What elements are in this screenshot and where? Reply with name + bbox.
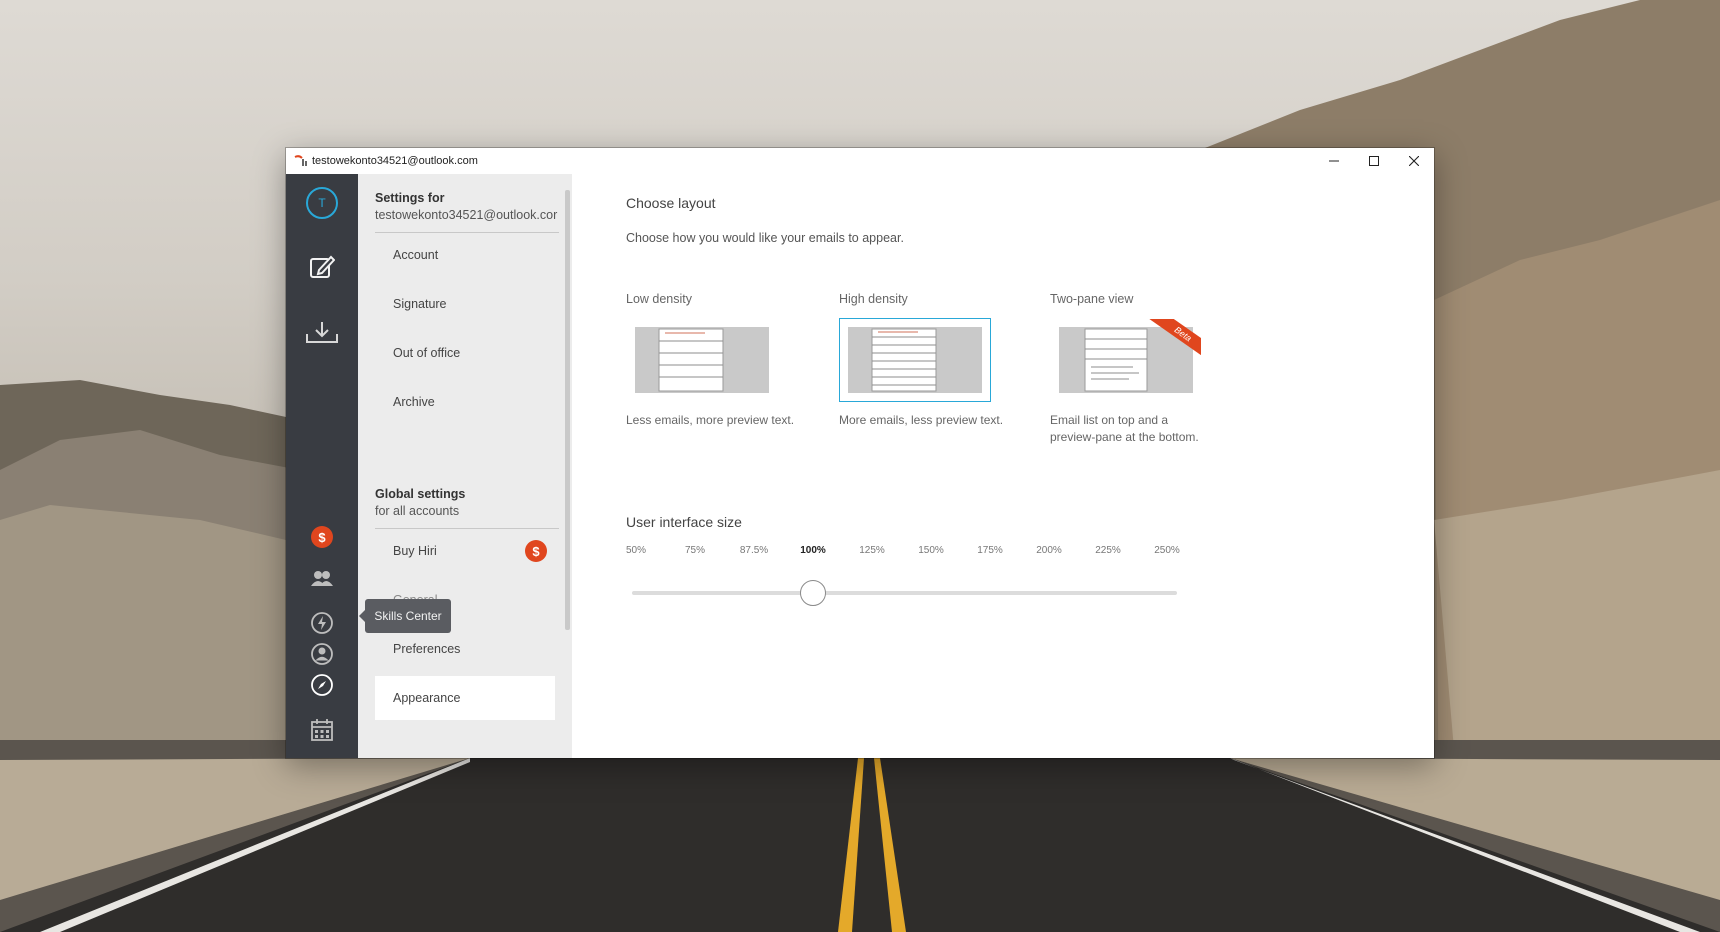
account-avatar-button[interactable]: T: [286, 187, 358, 219]
avatar: T: [306, 187, 338, 219]
sidebar-item-label: Archive: [393, 395, 435, 409]
ui-size-scale-labels: 50% 75% 87.5% 100% 125% 150% 175% 200% 2…: [625, 545, 1180, 559]
app-window: testowekonto34521@outlook.com T $ Settin…: [286, 148, 1434, 758]
layout-option-description: Email list on top and a preview-pane at …: [1050, 413, 1199, 444]
sidebar-item-buy-hiri[interactable]: Buy Hiri $: [375, 529, 555, 573]
low-density-preview-icon: [635, 327, 769, 393]
title-bar[interactable]: testowekonto34521@outlook.com: [286, 148, 1434, 174]
sidebar-scrollbar[interactable]: [565, 190, 570, 630]
contacts-button[interactable]: [286, 569, 358, 587]
buy-button[interactable]: $: [286, 526, 358, 548]
compose-icon: [310, 255, 335, 278]
layout-thumbnail-two-pane[interactable]: Beta: [1050, 318, 1202, 402]
maximize-button[interactable]: [1354, 148, 1394, 174]
sidebar-item-label: Preferences: [393, 642, 461, 656]
layout-option-description: Less emails, more preview text.: [626, 413, 795, 427]
sidebar-item-label: Out of office: [393, 346, 461, 360]
compass-icon: [311, 674, 333, 696]
choose-layout-heading: Choose layout: [626, 195, 716, 211]
sidebar-item-appearance[interactable]: Appearance: [375, 676, 555, 720]
skills-center-tooltip: Skills Center: [359, 599, 451, 633]
minimize-icon: [1329, 160, 1339, 162]
minimize-button[interactable]: [1314, 148, 1354, 174]
skills-center-button[interactable]: [286, 611, 358, 635]
close-button[interactable]: [1394, 148, 1434, 174]
scale-label: 75%: [684, 545, 706, 556]
sidebar-item-label: Account: [393, 248, 439, 262]
high-density-preview-icon: [848, 327, 982, 393]
dollar-icon: $: [311, 526, 333, 548]
icon-rail: T $: [286, 174, 358, 758]
ui-size-heading: User interface size: [626, 514, 742, 530]
beta-label: Beta: [1146, 319, 1201, 355]
window-controls: [1314, 148, 1434, 174]
layout-option-low-density[interactable]: Low density Less emails, more preview te…: [626, 292, 796, 429]
contacts-icon: [311, 571, 333, 586]
scale-label: 225%: [1095, 545, 1121, 556]
sidebar-item-label: Buy Hiri: [393, 544, 437, 558]
layout-thumbnail-low-density[interactable]: [626, 318, 778, 402]
calendar-icon: [311, 719, 333, 741]
compose-button[interactable]: [286, 254, 358, 280]
settings-sidebar: Settings for testowekonto34521@outlook.c…: [358, 174, 572, 758]
account-settings-email: testowekonto34521@outlook.cor: [375, 208, 558, 222]
appearance-panel: Choose layout Choose how you would like …: [572, 174, 1434, 758]
layout-option-two-pane[interactable]: Two-pane view Beta Email list on top and…: [1050, 292, 1202, 446]
scale-label: 125%: [859, 545, 885, 556]
inbox-download-icon: [306, 322, 338, 343]
close-icon: [1409, 156, 1419, 166]
layout-option-label: Low density: [626, 292, 693, 306]
choose-layout-subtext: Choose how you would like your emails to…: [626, 231, 904, 245]
layout-option-high-density[interactable]: High density More emails, less preview t…: [839, 292, 1009, 429]
account-settings-title: Settings for: [375, 191, 445, 205]
scale-label: 250%: [1154, 545, 1180, 556]
scale-label: 87.5%: [739, 545, 769, 556]
scale-label: 50%: [625, 545, 647, 556]
sidebar-item-archive[interactable]: Archive: [375, 380, 555, 424]
global-settings-subtitle: for all accounts: [375, 504, 460, 518]
layout-option-description: More emails, less preview text.: [839, 413, 1004, 427]
scale-label: 200%: [1036, 545, 1062, 556]
user-icon: [311, 643, 333, 665]
settings-button[interactable]: [286, 673, 358, 697]
sidebar-item-account[interactable]: Account: [375, 233, 555, 277]
window-title: testowekonto34521@outlook.com: [312, 155, 478, 167]
beta-badge: Beta: [1141, 319, 1201, 355]
global-settings-header: Global settings for all accounts: [375, 487, 465, 518]
scale-label-current: 100%: [800, 545, 826, 556]
sidebar-item-label: Signature: [393, 297, 447, 311]
sidebar-item-signature[interactable]: Signature: [375, 282, 555, 326]
inbox-button[interactable]: [286, 320, 358, 346]
layout-option-label: Two-pane view: [1050, 292, 1134, 306]
profile-button[interactable]: [286, 642, 358, 666]
calendar-button[interactable]: [286, 718, 358, 742]
sidebar-item-preferences[interactable]: Preferences: [375, 627, 555, 671]
layout-option-label: High density: [839, 292, 908, 306]
scale-label: 175%: [977, 545, 1003, 556]
dollar-icon: $: [525, 540, 547, 562]
scale-label: 150%: [918, 545, 944, 556]
sidebar-item-out-of-office[interactable]: Out of office: [375, 331, 555, 375]
maximize-icon: [1369, 156, 1379, 166]
account-settings-header: Settings for testowekonto34521@outlook.c…: [375, 191, 557, 222]
sidebar-item-label: Appearance: [393, 691, 461, 705]
ui-size-slider-track[interactable]: [632, 591, 1177, 595]
ui-size-slider-thumb[interactable]: [800, 580, 826, 606]
global-settings-title: Global settings: [375, 487, 466, 501]
layout-thumbnail-high-density[interactable]: [839, 318, 991, 402]
lightning-icon: [311, 612, 333, 634]
hiri-logo-icon: [294, 154, 308, 168]
